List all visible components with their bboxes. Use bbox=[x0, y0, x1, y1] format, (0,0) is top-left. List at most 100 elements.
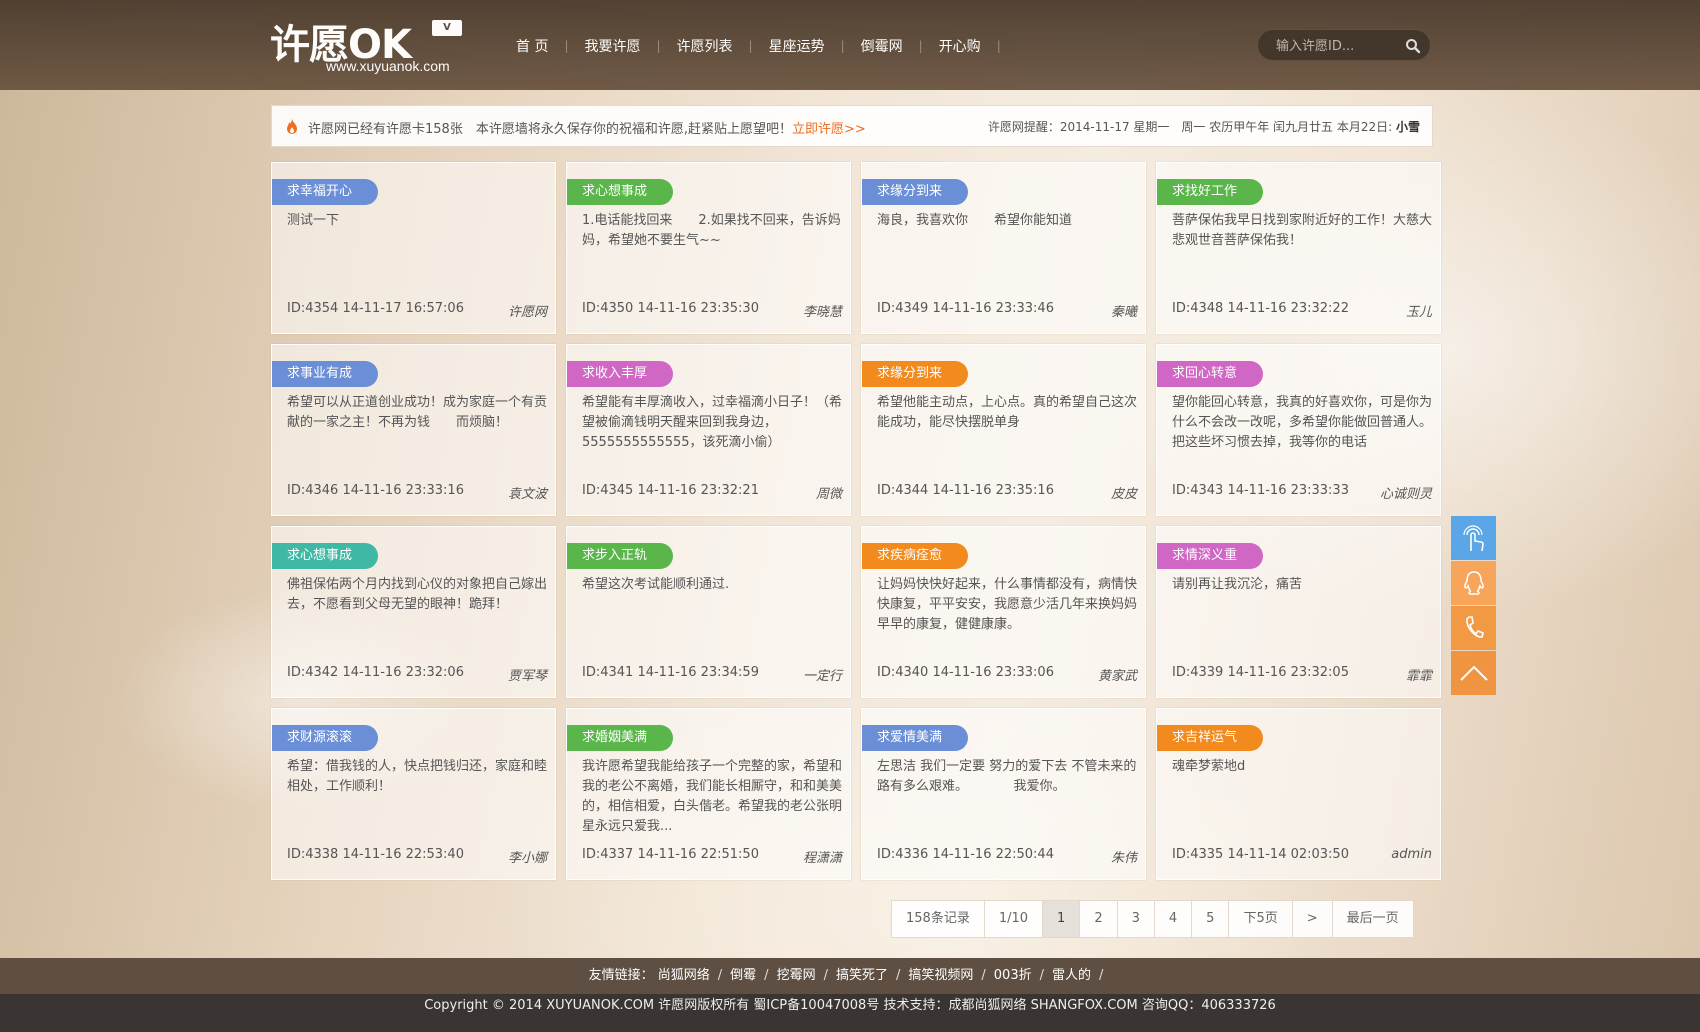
wish-category-tag[interactable]: 求幸福开心 bbox=[272, 179, 378, 205]
page-button[interactable]: 2 bbox=[1079, 901, 1116, 937]
wish-card[interactable]: 求收入丰厚 希望能有丰厚滴收入，过幸福滴小日子！（希望被偷滴钱明天醒来回到我身边，… bbox=[566, 344, 851, 516]
wish-card[interactable]: 求疾病痊愈 让妈妈快快好起来，什么事情都没有，病情快快康复，平平安安，我愿意少活几… bbox=[861, 526, 1146, 698]
arrow-up-icon bbox=[1459, 665, 1488, 681]
wish-text: 海良，我喜欢你 希望你能知道 bbox=[877, 213, 1073, 228]
wish-time: 14-11-16 23:34:59 bbox=[637, 665, 759, 680]
wish-category-tag[interactable]: 求爱情美满 bbox=[862, 725, 968, 751]
wish-card[interactable]: 求财源滚滚 希望：借我钱的人，快点把钱归还，家庭和睦相处，工作顺利！ ID:4338… bbox=[271, 708, 556, 880]
wish-card[interactable]: 求幸福开心 测试一下 ID:4354 14-11-17 16:57:06 许愿网 bbox=[271, 162, 556, 334]
wish-category-tag[interactable]: 求步入正轨 bbox=[567, 543, 673, 569]
wish-id: ID:4349 bbox=[877, 301, 929, 316]
wish-author: 袁文波 bbox=[507, 487, 547, 502]
friend-link[interactable]: 尚狐网络 bbox=[658, 968, 710, 983]
wish-category-tag[interactable]: 求婚姻美满 bbox=[567, 725, 673, 751]
wish-card[interactable]: 求爱情美满 左思洁 我们一定要 努力的爱下去 不管未来的路有多么艰难。 我爱你。 I… bbox=[861, 708, 1146, 880]
wish-card[interactable]: 求步入正轨 希望这次考试能顺利通过. ID:4341 14-11-16 23:34:… bbox=[566, 526, 851, 698]
touch-button[interactable] bbox=[1451, 516, 1496, 560]
wish-category-tag[interactable]: 求回心转意 bbox=[1157, 361, 1263, 387]
wish-author: 周微 bbox=[815, 487, 842, 502]
link-separator: / bbox=[981, 968, 986, 983]
site-logo[interactable]: 许愿OK V www.xuyuanok.com bbox=[270, 12, 470, 82]
wish-category-tag[interactable]: 求情深义重 bbox=[1157, 543, 1263, 569]
wish-text: 佛祖保佑两个月内找到心仪的对象把自己嫁出去，不愿看到父母无望的眼神！跪拜！ bbox=[287, 577, 547, 612]
wish-time: 14-11-16 23:35:16 bbox=[932, 483, 1054, 498]
wish-card[interactable]: 求找好工作 菩萨保佑我早日找到家附近好的工作！大慈大悲观世音菩萨保佑我！ ID:43… bbox=[1156, 162, 1441, 334]
wish-category-tag[interactable]: 求事业有成 bbox=[272, 361, 378, 387]
next-5-pages-button[interactable]: 下5页 bbox=[1228, 901, 1291, 937]
wish-category-tag[interactable]: 求缘分到来 bbox=[862, 179, 968, 205]
wish-category-tag[interactable]: 求心想事成 bbox=[272, 543, 378, 569]
wish-id: ID:4346 bbox=[287, 483, 339, 498]
friend-links: 友情链接： 尚狐网络 / 倒霉 / 挖霉网 / 搞笑死了 / 搞笑视频网 / 003折 / 雷人的 / bbox=[0, 958, 1700, 994]
wish-card[interactable]: 求情深义重 请别再让我沉沦，痛苦 ID:4339 14-11-16 23:32:05… bbox=[1156, 526, 1441, 698]
wish-meta: ID:4335 14-11-14 02:03:50 bbox=[1172, 847, 1349, 862]
page-button[interactable]: 3 bbox=[1116, 901, 1154, 937]
nav-home[interactable]: 首 页 bbox=[500, 36, 564, 56]
wish-time: 14-11-16 23:33:06 bbox=[932, 665, 1054, 680]
nav-make-wish[interactable]: 我要许愿 bbox=[569, 36, 657, 56]
friend-link[interactable]: 搞笑视频网 bbox=[908, 968, 973, 983]
friend-link[interactable]: 003折 bbox=[994, 968, 1032, 983]
search-icon[interactable] bbox=[1404, 37, 1422, 55]
wish-category-tag[interactable]: 求疾病痊愈 bbox=[862, 543, 968, 569]
wish-card[interactable]: 求吉祥运气 魂牵梦萦地d ID:4335 14-11-14 02:03:50 admi… bbox=[1156, 708, 1441, 880]
friend-link[interactable]: 雷人的 bbox=[1052, 968, 1091, 983]
wish-card[interactable]: 求婚姻美满 我许愿希望我能给孩子一个完整的家，希望和我的老公不离婚，我们能长相厮守… bbox=[566, 708, 851, 880]
wish-card[interactable]: 求缘分到来 希望他能主动点，上心点。真的希望自己这次能成功，能尽快摆脱单身 ID:4… bbox=[861, 344, 1146, 516]
qq-icon bbox=[1463, 571, 1484, 595]
page-button[interactable]: 5 bbox=[1191, 901, 1228, 937]
page-button-current[interactable]: 1 bbox=[1042, 901, 1080, 937]
wish-id: ID:4354 bbox=[287, 301, 339, 316]
wish-card[interactable]: 求事业有成希望可以从正道创业成功！成为家庭一个有贡献的一家之主！不再为钱 而烦脑… bbox=[271, 344, 556, 516]
wish-author: 心诚则灵 bbox=[1379, 487, 1432, 502]
phone-button[interactable] bbox=[1451, 606, 1496, 650]
wish-category-tag[interactable]: 求找好工作 bbox=[1157, 179, 1263, 205]
wish-time: 14-11-16 23:32:05 bbox=[1227, 665, 1349, 680]
wish-meta: ID:4343 14-11-16 23:33:33 bbox=[1172, 483, 1349, 498]
make-wish-link[interactable]: 立即许愿>> bbox=[792, 122, 866, 137]
wish-card[interactable]: 求心想事成 1.电话能找回来 2.如果找不回来，告诉妈妈，希望她不要生气~~ ID:… bbox=[566, 162, 851, 334]
friend-link[interactable]: 倒霉 bbox=[730, 968, 756, 983]
touch-icon bbox=[1462, 525, 1484, 552]
wish-text: 魂牵梦萦地d bbox=[1172, 759, 1246, 774]
wish-meta: ID:4346 14-11-16 23:33:16 bbox=[287, 483, 464, 498]
wish-category-tag[interactable]: 求心想事成 bbox=[567, 179, 673, 205]
wish-card[interactable]: 求心想事成佛祖保佑两个月内找到心仪的对象把自己嫁出去，不愿看到父母无望的眼神！跪… bbox=[271, 526, 556, 698]
wish-card[interactable]: 求缘分到来 海良，我喜欢你 希望你能知道 ID:4349 14-11-16 23:3… bbox=[861, 162, 1146, 334]
wish-category-tag[interactable]: 求缘分到来 bbox=[862, 361, 968, 387]
qq-button[interactable] bbox=[1451, 561, 1496, 605]
search-box bbox=[1257, 29, 1431, 61]
friend-link[interactable]: 挖霉网 bbox=[777, 968, 816, 983]
nav-happy-shop[interactable]: 开心购 bbox=[923, 36, 997, 56]
weather-text: 小雪 bbox=[1395, 120, 1420, 134]
last-page-button[interactable]: 最后一页 bbox=[1331, 901, 1413, 937]
wish-card[interactable]: 求回心转意 望你能回心转意，我真的好喜欢你，可是你为什么不会改一改呢，多希望你能做… bbox=[1156, 344, 1441, 516]
friend-link[interactable]: 搞笑死了 bbox=[836, 968, 888, 983]
wish-meta: ID:4345 14-11-16 23:32:21 bbox=[582, 483, 759, 498]
wish-category-tag[interactable]: 求吉祥运气 bbox=[1157, 725, 1263, 751]
next-page-button[interactable]: > bbox=[1291, 901, 1332, 937]
nav-horoscope[interactable]: 星座运势 bbox=[753, 36, 841, 56]
notice-text: 许愿网已经有许愿卡158张 本许愿墙将永久保存你的祝福和许愿,赶紧贴上愿望吧！立… bbox=[308, 118, 866, 137]
nav-daomei[interactable]: 倒霉网 bbox=[845, 36, 919, 56]
back-to-top-button[interactable] bbox=[1451, 651, 1496, 695]
wish-meta: ID:4354 14-11-17 16:57:06 bbox=[287, 301, 464, 316]
wish-time: 14-11-16 22:50:44 bbox=[932, 847, 1054, 862]
wish-id: ID:4341 bbox=[582, 665, 634, 680]
wish-meta: ID:4338 14-11-16 22:53:40 bbox=[287, 847, 464, 862]
search-input[interactable] bbox=[1276, 36, 1396, 56]
floating-toolbar bbox=[1451, 516, 1496, 696]
wish-meta: ID:4342 14-11-16 23:32:06 bbox=[287, 665, 464, 680]
wish-time: 14-11-16 22:53:40 bbox=[342, 847, 464, 862]
phone-icon bbox=[1465, 616, 1484, 638]
copyright: Copyright © 2014 XUYUANOK.COM 许愿网版权所有 蜀I… bbox=[0, 994, 1700, 1032]
wish-id: ID:4350 bbox=[582, 301, 634, 316]
wish-text: 希望可以从正道创业成功！成为家庭一个有贡献的一家之主！不再为钱 而烦脑！ bbox=[287, 395, 547, 430]
wish-category-tag[interactable]: 求收入丰厚 bbox=[567, 361, 673, 387]
wish-id: ID:4344 bbox=[877, 483, 929, 498]
wish-meta: ID:4336 14-11-16 22:50:44 bbox=[877, 847, 1054, 862]
page-button[interactable]: 4 bbox=[1153, 901, 1191, 937]
wish-time: 14-11-14 02:03:50 bbox=[1227, 847, 1349, 862]
nav-wish-list[interactable]: 许愿列表 bbox=[661, 36, 749, 56]
wish-category-tag[interactable]: 求财源滚滚 bbox=[272, 725, 378, 751]
